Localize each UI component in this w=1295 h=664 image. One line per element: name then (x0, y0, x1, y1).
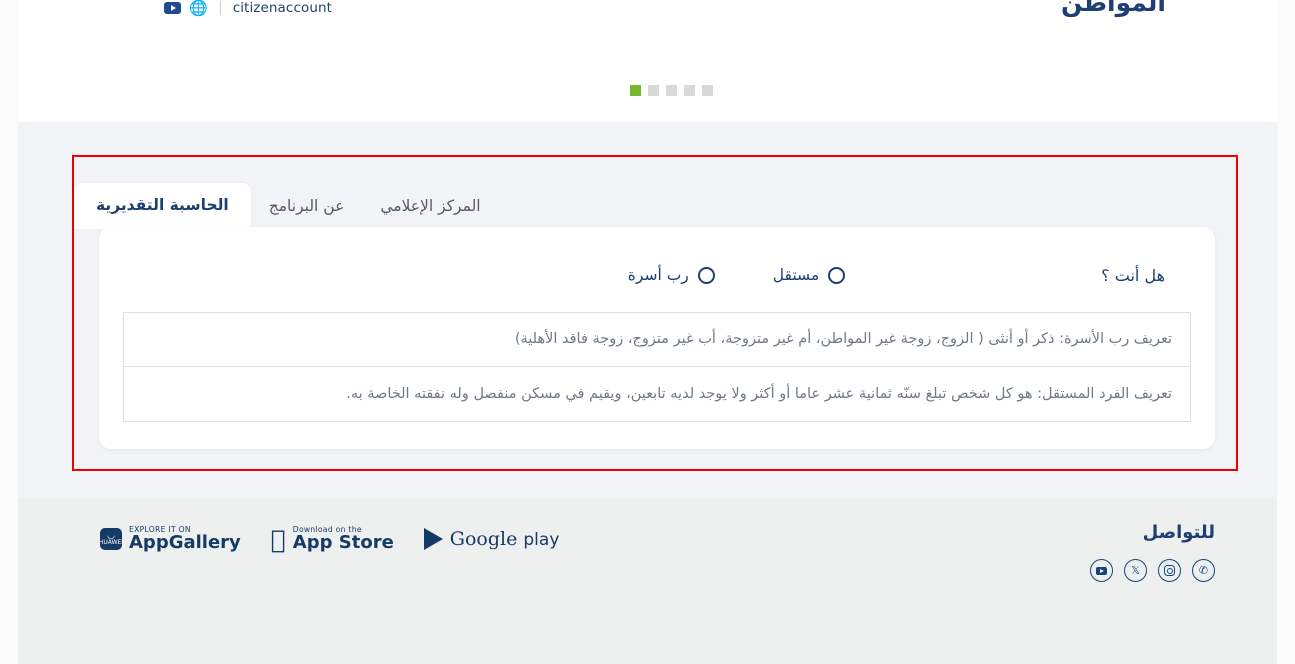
youtube-icon[interactable] (164, 2, 181, 14)
radio-group: مستقل رب أسرة (628, 266, 846, 284)
definition-row-independent: تعريف الفرد المستقل: هو كل شخص تبلغ سنّه… (123, 367, 1191, 422)
site-footer: للتواصل ✆ 𝕏 ◡ HUAWEI EXPLORE IT ON AppGal… (18, 498, 1277, 664)
page-root: 🌐 citizenaccount المواطن الحاسبة التقدير… (0, 0, 1295, 664)
site-header-band: 🌐 citizenaccount المواطن (18, 0, 1277, 122)
x-twitter-icon[interactable]: 𝕏 (1124, 559, 1147, 582)
annotation-highlight-frame: الحاسبة التقديرية عن البرنامج المركز الإ… (72, 155, 1238, 471)
appstore-label: App Store (277, 532, 394, 554)
globe-icon[interactable]: 🌐 (189, 0, 208, 16)
radio-circle-icon[interactable] (697, 266, 715, 284)
radio-option-independent[interactable]: مستقل (772, 266, 846, 284)
tab-about-program[interactable]: عن البرنامج (251, 187, 363, 229)
tab-media-center[interactable]: المركز الإعلامي (362, 187, 498, 229)
header-utility-icons: 🌐 citizenaccount (164, 0, 332, 16)
definition-row-head-of-family: تعريف رب الأسرة: ذكر أو أنثى ( الزوج، زو… (123, 312, 1191, 367)
radio-label-independent: مستقل (772, 266, 820, 284)
social-links: ✆ 𝕏 (1090, 559, 1215, 582)
carousel-dot-active[interactable] (630, 85, 641, 96)
appgallery-label: AppGallery (129, 532, 241, 554)
google-play-triangle-icon (423, 528, 443, 551)
hero-title: المواطن (1061, 0, 1167, 17)
brand-text: citizenaccount (232, 0, 333, 16)
divider (219, 1, 221, 15)
radio-option-head-of-family[interactable]: رب أسرة (628, 266, 715, 284)
carousel-dots[interactable] (630, 85, 713, 96)
calculator-card: هل أنت ؟ مستقل رب أسرة تعريف رب الأسرة: … (99, 227, 1215, 449)
youtube-icon[interactable] (1090, 559, 1113, 582)
footer-contact-block: للتواصل ✆ 𝕏 (1090, 522, 1215, 582)
app-store-badges: ◡HUAWEI EXPLORE IT ON AppGallery  Downl… (99, 525, 559, 554)
appgallery-badge[interactable]: ◡ HUAWEI EXPLORE IT ON AppGallery (99, 525, 241, 554)
phone-icon[interactable]: ✆ (1192, 559, 1215, 582)
appstore-badge[interactable]:  Download on the App Store (271, 525, 394, 553)
definition-text: تعريف الفرد المستقل: هو كل شخص تبلغ سنّه… (346, 385, 1172, 402)
carousel-dot[interactable] (702, 85, 713, 96)
radio-circle-icon[interactable] (828, 266, 846, 284)
applicant-type-question-row: هل أنت ؟ مستقل رب أسرة (125, 255, 1189, 295)
carousel-dot[interactable] (666, 85, 677, 96)
question-label: هل أنت ؟ (1101, 265, 1165, 285)
instagram-icon[interactable] (1158, 559, 1181, 582)
googleplay-label: Google (434, 528, 518, 551)
carousel-dot[interactable] (648, 85, 659, 96)
carousel-dot[interactable] (684, 85, 695, 96)
huawei-icon: ◡ HUAWEI (99, 528, 123, 551)
tab-calculator[interactable]: الحاسبة التقديرية (74, 183, 251, 229)
googleplay-badge[interactable]: Google play (423, 528, 559, 551)
googleplay-play-label: play (508, 530, 559, 551)
apple-icon:  (271, 527, 286, 552)
definition-text: تعريف رب الأسرة: ذكر أو أنثى ( الزوج، زو… (514, 331, 1172, 348)
footer-contact-title: للتواصل (1142, 522, 1215, 543)
tab-bar: الحاسبة التقديرية عن البرنامج المركز الإ… (74, 157, 1236, 229)
radio-label-head-of-family: رب أسرة (627, 266, 689, 284)
